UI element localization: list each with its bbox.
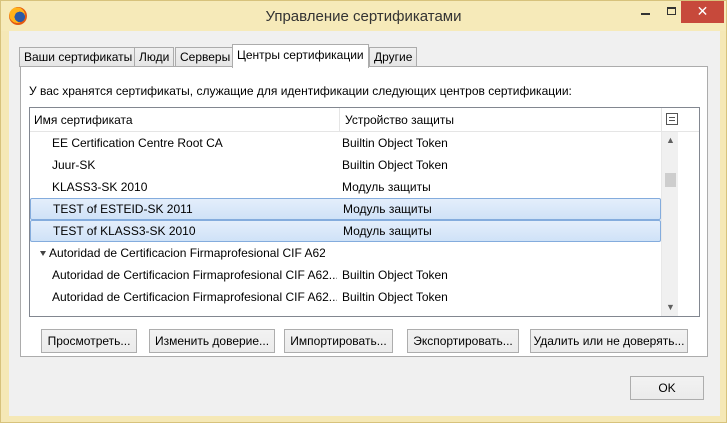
title-bar[interactable]: Управление сертификатами ✕ [1, 1, 726, 31]
edit-trust-button[interactable]: Изменить доверие... [149, 329, 275, 353]
dialog-body: Ваши сертификаты Люди Серверы Центры сер… [9, 31, 720, 416]
tree-row-selected[interactable]: TEST of ESTEID-SK 2011 Модуль защиты [30, 198, 661, 220]
certificate-name: KLASS3-SK 2010 [52, 180, 148, 194]
certificate-name: Autoridad de Certificacion Firmaprofesio… [52, 268, 337, 282]
tree-row[interactable]: Autoridad de Certificacion Firmaprofesio… [30, 264, 661, 286]
tree-group-row[interactable]: Autoridad de Certificacion Firmaprofesio… [30, 242, 661, 264]
tab-others[interactable]: Другие [369, 47, 418, 67]
certificate-tree[interactable]: Имя сертификата Устройство защиты EE Cer… [29, 107, 700, 317]
certificate-name: Autoridad de Certificacion Firmaprofesio… [52, 290, 337, 304]
vertical-scrollbar[interactable]: ▲ ▼ [661, 132, 678, 316]
panel-description: У вас хранятся сертификаты, служащие для… [29, 84, 572, 98]
certificate-manager-window: Управление сертификатами ✕ Ваши сертифик… [0, 0, 727, 423]
tree-row[interactable]: EE Certification Centre Root CA Builtin … [30, 132, 661, 154]
column-header-name[interactable]: Имя сертификата [34, 113, 133, 127]
certificate-name: TEST of KLASS3-SK 2010 [53, 224, 196, 238]
group-label: Autoridad de Certificacion Firmaprofesio… [40, 242, 325, 264]
tab-your-certificates[interactable]: Ваши сертификаты [19, 47, 138, 67]
delete-distrust-button[interactable]: Удалить или не доверять... [530, 329, 688, 353]
tab-servers[interactable]: Серверы [175, 47, 236, 67]
column-divider[interactable] [339, 108, 340, 131]
tree-row[interactable]: Autoridad de Certificacion Firmaprofesio… [30, 286, 661, 308]
view-button[interactable]: Просмотреть... [41, 329, 137, 353]
security-device: Модуль защиты [343, 224, 432, 238]
tree-row[interactable]: Juur-SK Builtin Object Token [30, 154, 661, 176]
column-picker-icon[interactable] [666, 113, 678, 125]
security-device: Builtin Object Token [342, 290, 448, 304]
close-icon: ✕ [696, 3, 709, 19]
authorities-panel: У вас хранятся сертификаты, служащие для… [20, 66, 708, 357]
column-divider[interactable] [661, 108, 662, 131]
certificate-name: EE Certification Centre Root CA [52, 136, 223, 150]
window-title: Управление сертификатами [265, 8, 462, 25]
tree-row-selected[interactable]: TEST of KLASS3-SK 2010 Модуль защиты [30, 220, 661, 242]
minimize-button[interactable] [631, 1, 659, 23]
import-button[interactable]: Импортировать... [284, 329, 393, 353]
security-device: Модуль защиты [342, 180, 431, 194]
tree-row[interactable]: KLASS3-SK 2010 Модуль защиты [30, 176, 661, 198]
tab-authorities[interactable]: Центры сертификации [232, 44, 369, 68]
security-device: Builtin Object Token [342, 158, 448, 172]
group-name: Autoridad de Certificacion Firmaprofesio… [49, 246, 325, 260]
certificate-name: Juur-SK [52, 158, 96, 172]
certificate-name: TEST of ESTEID-SK 2011 [53, 202, 193, 216]
tree-rows: EE Certification Centre Root CA Builtin … [30, 132, 661, 308]
security-device: Builtin Object Token [342, 136, 448, 150]
expand-arrow-icon[interactable] [40, 251, 46, 256]
tree-header: Имя сертификата Устройство защиты [30, 108, 699, 132]
maximize-icon [666, 7, 676, 15]
scroll-down-icon[interactable]: ▼ [662, 299, 679, 316]
scroll-up-icon[interactable]: ▲ [662, 132, 679, 149]
security-device: Модуль защиты [343, 202, 432, 216]
close-button[interactable]: ✕ [681, 1, 724, 23]
tab-people[interactable]: Люди [134, 47, 175, 67]
minimize-icon [640, 13, 650, 15]
ok-button[interactable]: OK [630, 376, 704, 400]
security-device: Builtin Object Token [342, 268, 448, 282]
column-header-device[interactable]: Устройство защиты [345, 113, 454, 127]
export-button[interactable]: Экспортировать... [407, 329, 519, 353]
scroll-thumb[interactable] [665, 173, 676, 187]
